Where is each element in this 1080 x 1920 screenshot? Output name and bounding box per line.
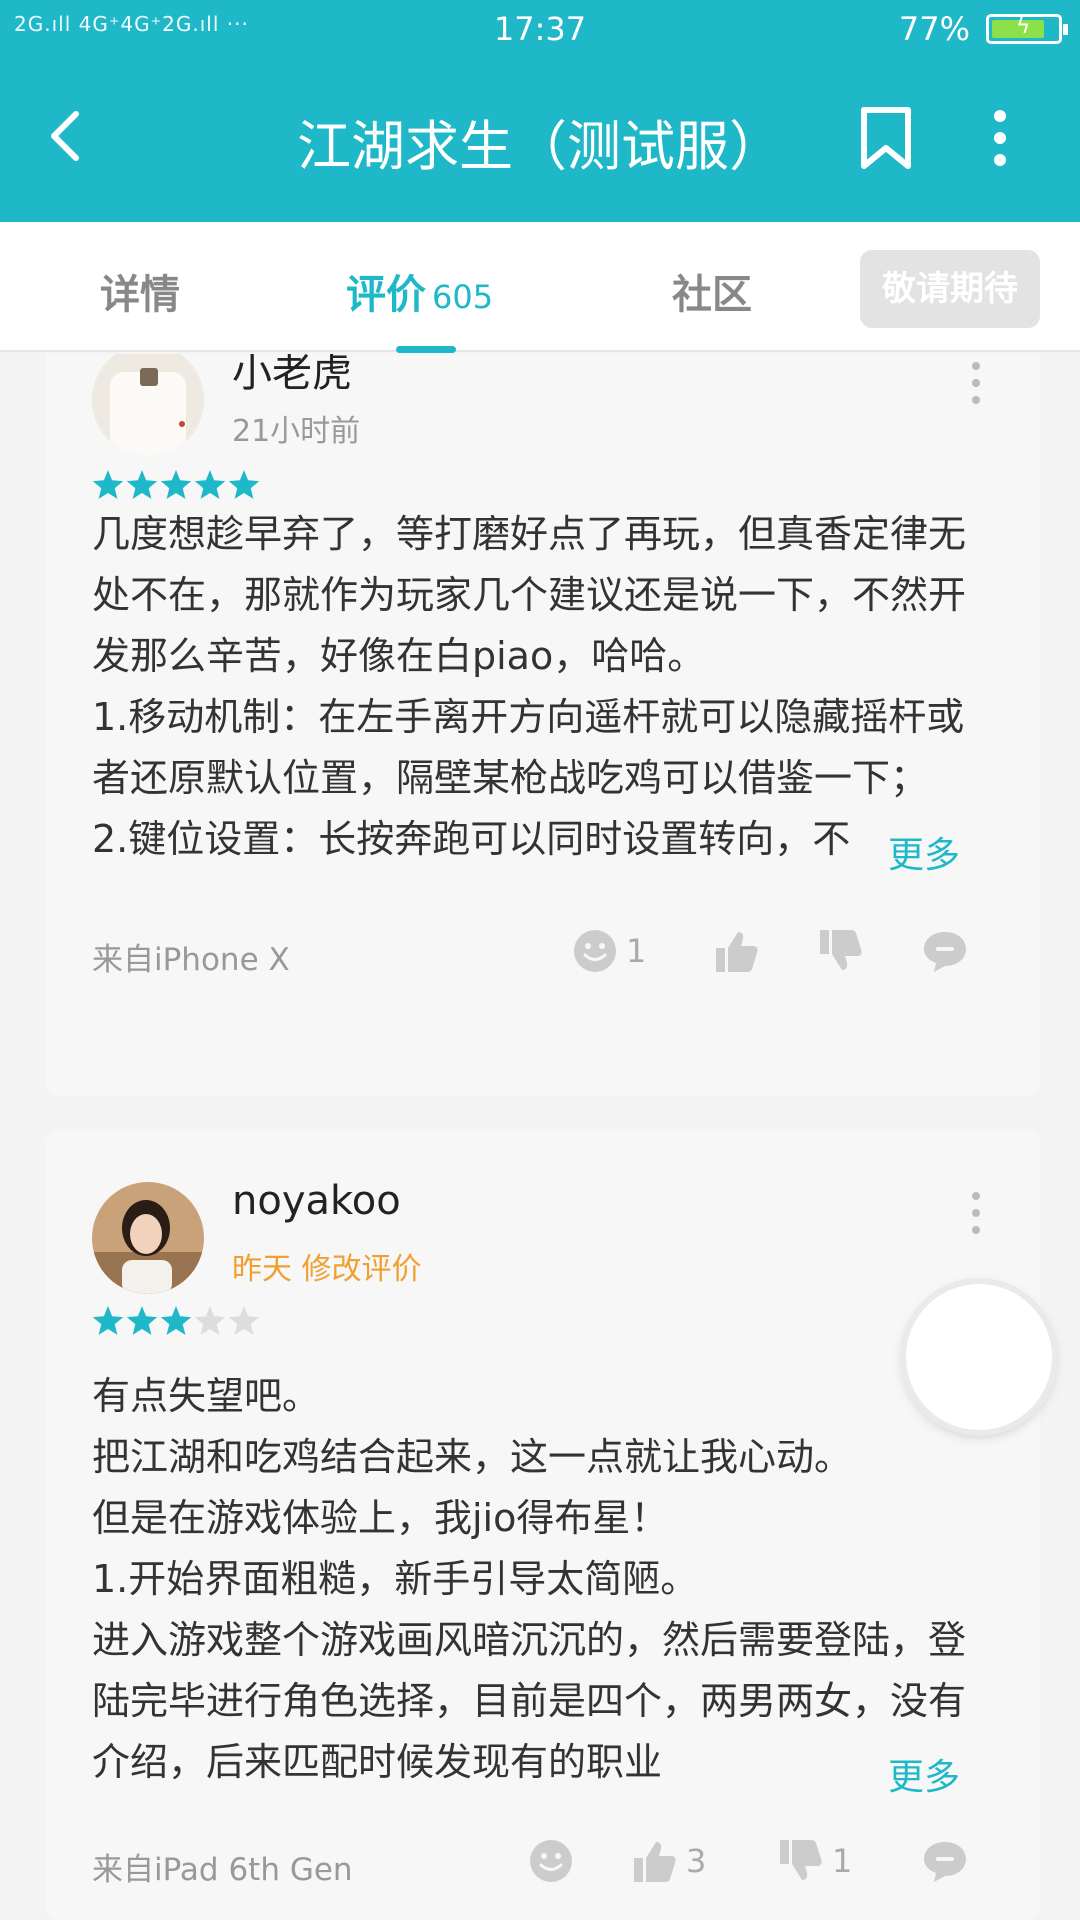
tab-reviews[interactable]: 评价 605 [346, 262, 493, 320]
star-empty-icon [228, 1306, 260, 1335]
battery-icon: ϟ [986, 14, 1068, 44]
review-card: noyakoo 昨天 修改评价 有点失望吧。 把江湖和吃鸡结合起来，这一点就让我… [46, 1130, 1040, 1920]
floating-assistive-button[interactable] [906, 1284, 1052, 1430]
dislike-count: 1 [832, 1842, 853, 1880]
tab-label: 评价 [346, 272, 426, 318]
review-time[interactable]: 昨天 修改评价 [232, 1244, 422, 1288]
battery-percent: 77% [898, 10, 970, 48]
comment-icon [924, 932, 966, 972]
device-label: 来自iPhone X [92, 942, 290, 978]
tab-label: 详情 [100, 272, 180, 318]
comment-icon [924, 1842, 966, 1882]
dislike-button[interactable]: 1 [778, 1836, 852, 1886]
tab-community[interactable]: 社区 [672, 262, 752, 320]
star-rating [90, 466, 290, 506]
title-bar: 江湖求生（测试服） [0, 56, 1080, 222]
like-count: 3 [686, 1842, 707, 1880]
star-filled-icon [160, 1306, 192, 1335]
star-filled-icon [228, 470, 260, 499]
review-card: 小老虎 21小时前 几度想趁早弃了，等打磨好点了再玩，但真香定律无处不在，那就作… [46, 354, 1040, 1096]
avatar[interactable] [92, 1182, 204, 1294]
active-tab-indicator [396, 346, 456, 353]
review-body[interactable]: 几度想趁早弃了，等打磨好点了再玩，但真香定律无处不在，那就作为玩家几个建议还是说… [92, 504, 988, 870]
fun-count: 1 [626, 932, 647, 970]
fun-reaction-button[interactable] [528, 1836, 582, 1886]
thumbs-down-icon [780, 1840, 822, 1880]
thumbs-down-icon [820, 930, 862, 970]
review-list[interactable]: 小老虎 21小时前 几度想趁早弃了，等打磨好点了再玩，但真香定律无处不在，那就作… [0, 354, 1080, 1920]
like-button[interactable] [714, 926, 768, 976]
reply-button[interactable] [922, 926, 968, 976]
review-menu-icon[interactable] [964, 1190, 988, 1236]
back-arrow-icon[interactable] [38, 106, 98, 166]
star-filled-icon [92, 1306, 124, 1335]
stars-svg [92, 470, 260, 499]
coming-soon-button[interactable]: 敬请期待 [860, 250, 1040, 328]
smiley-icon [574, 930, 616, 972]
thumbs-up-icon [634, 1842, 676, 1882]
bookmark-icon[interactable] [856, 104, 916, 172]
more-link[interactable]: 更多 [872, 826, 961, 878]
star-filled-icon [160, 470, 192, 499]
star-filled-icon [194, 470, 226, 499]
review-body[interactable]: 有点失望吧。 把江湖和吃鸡结合起来，这一点就让我心动。 但是在游戏体验上，我ji… [92, 1366, 988, 1792]
smiley-icon [530, 1840, 572, 1882]
status-bar: 2G.ıll 4G⁺4G⁺2G.ıll ··· 17:37 77% ϟ [0, 0, 1080, 56]
review-time: 21小时前 [232, 414, 361, 449]
star-filled-icon [126, 470, 158, 499]
reviewer-name[interactable]: 小老虎 [232, 354, 352, 398]
more-vertical-icon[interactable] [976, 106, 1024, 170]
reviewer-name[interactable]: noyakoo [232, 1178, 401, 1224]
dislike-button[interactable] [818, 926, 872, 976]
device-label: 来自iPad 6th Gen [92, 1852, 353, 1888]
star-rating [90, 1302, 290, 1342]
star-filled-icon [92, 470, 124, 499]
fun-reaction-button[interactable]: 1 [572, 926, 646, 976]
tab-details[interactable]: 详情 [100, 262, 180, 320]
review-menu-icon[interactable] [964, 360, 988, 406]
tab-bar: 详情 评价 605 社区 敬请期待 [0, 222, 1080, 353]
star-empty-icon [194, 1306, 226, 1335]
tab-label: 社区 [672, 272, 752, 318]
more-link[interactable]: 更多 [872, 1748, 961, 1800]
thumbs-up-icon [716, 932, 758, 972]
star-filled-icon [126, 1306, 158, 1335]
review-count: 605 [432, 278, 494, 316]
stars-svg [92, 1306, 260, 1335]
page-title: 江湖求生（测试服） [297, 115, 783, 178]
top-bar: 2G.ıll 4G⁺4G⁺2G.ıll ··· 17:37 77% ϟ 江湖求生… [0, 0, 1080, 222]
reply-button[interactable] [922, 1836, 968, 1886]
avatar[interactable] [92, 354, 204, 456]
like-button[interactable]: 3 [632, 1836, 706, 1886]
